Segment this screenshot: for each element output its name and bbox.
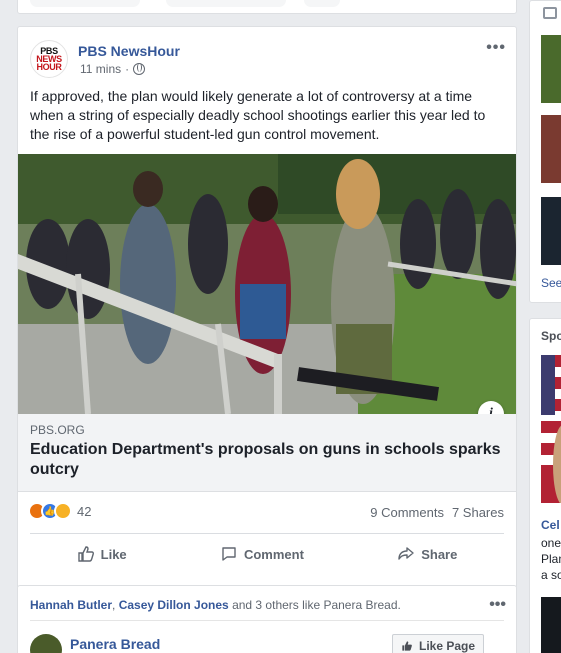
logo-text: HOUR: [36, 62, 62, 72]
comment-label: Comment: [243, 546, 304, 562]
previous-post-pill: [166, 0, 286, 7]
post-actions: Like Comment Share: [30, 539, 504, 569]
post-timestamp[interactable]: 11 mins: [80, 62, 121, 76]
shares-count-link[interactable]: 7 Shares: [452, 505, 504, 520]
more-options-icon[interactable]: •••: [489, 596, 506, 614]
sponsored-text: one: [541, 536, 561, 550]
comment-button[interactable]: Comment: [220, 545, 304, 563]
sponsored-image-2[interactable]: [541, 597, 561, 653]
like-button[interactable]: Like: [77, 545, 127, 563]
share-button[interactable]: Share: [397, 545, 457, 563]
previous-post-pill: [304, 0, 340, 7]
divider: [30, 620, 504, 621]
reactions-summary[interactable]: 👍 42: [28, 502, 91, 520]
share-icon: [398, 547, 414, 560]
video-thumbnail[interactable]: [541, 35, 561, 103]
divider: [30, 533, 504, 534]
friend-link[interactable]: Hannah Butler: [30, 598, 112, 612]
link-preview-image[interactable]: [18, 154, 517, 414]
like-page-label: Like Page: [419, 639, 476, 653]
previous-post-card: [17, 0, 517, 14]
see-more-link[interactable]: See: [541, 276, 561, 290]
video-thumbnail[interactable]: [541, 197, 561, 265]
link-domain: PBS.ORG: [30, 423, 85, 437]
reaction-count: 42: [77, 503, 92, 519]
globe-icon: [133, 63, 146, 75]
friend-link[interactable]: Casey Dillon Jones: [119, 598, 229, 612]
page-avatar[interactable]: [30, 634, 62, 653]
social-context: Hannah Butler, Casey Dillon Jones and 3 …: [30, 598, 401, 612]
link-headline[interactable]: Education Department's proposals on guns…: [30, 440, 510, 480]
sponsored-image[interactable]: [541, 355, 561, 503]
like-label: Like: [100, 546, 127, 562]
post-header: PBS NEWS HOUR PBS NewsHour 11 mins ·: [30, 39, 180, 79]
video-icon: [543, 7, 557, 19]
page-name-link[interactable]: Panera Bread: [70, 636, 160, 652]
sponsored-title[interactable]: Cel: [541, 517, 560, 533]
previous-post-pill: [30, 0, 140, 7]
comments-count-link[interactable]: 9 Comments: [370, 505, 444, 520]
share-label: Share: [421, 546, 458, 562]
news-feed-post: PBS NEWS HOUR PBS NewsHour 11 mins · •••…: [17, 26, 517, 589]
more-options-icon[interactable]: •••: [486, 39, 506, 57]
page-avatar[interactable]: PBS NEWS HOUR: [30, 40, 68, 78]
thumbs-up-icon: [77, 546, 94, 562]
sad-reaction-icon: [54, 502, 72, 520]
video-thumbnail[interactable]: [541, 115, 561, 183]
suggested-page-post: Hannah Butler, Casey Dillon Jones and 3 …: [17, 585, 517, 653]
sponsored-text: Plan: [541, 552, 561, 566]
post-text: If approved, the plan would likely gener…: [30, 88, 486, 142]
right-rail-sponsored-card: Spo Cel one Plan a so: [529, 318, 561, 653]
like-page-button[interactable]: Like Page: [392, 634, 485, 653]
page-name-link[interactable]: PBS NewsHour: [78, 42, 180, 60]
link-preview[interactable]: PBS.ORG Education Department's proposals…: [18, 414, 516, 492]
right-rail-video-card: See: [529, 0, 561, 303]
comment-icon: [222, 547, 236, 561]
thumbs-up-icon: [402, 641, 412, 651]
sponsored-text: a so: [541, 568, 561, 582]
sponsored-heading: Spo: [541, 329, 561, 343]
